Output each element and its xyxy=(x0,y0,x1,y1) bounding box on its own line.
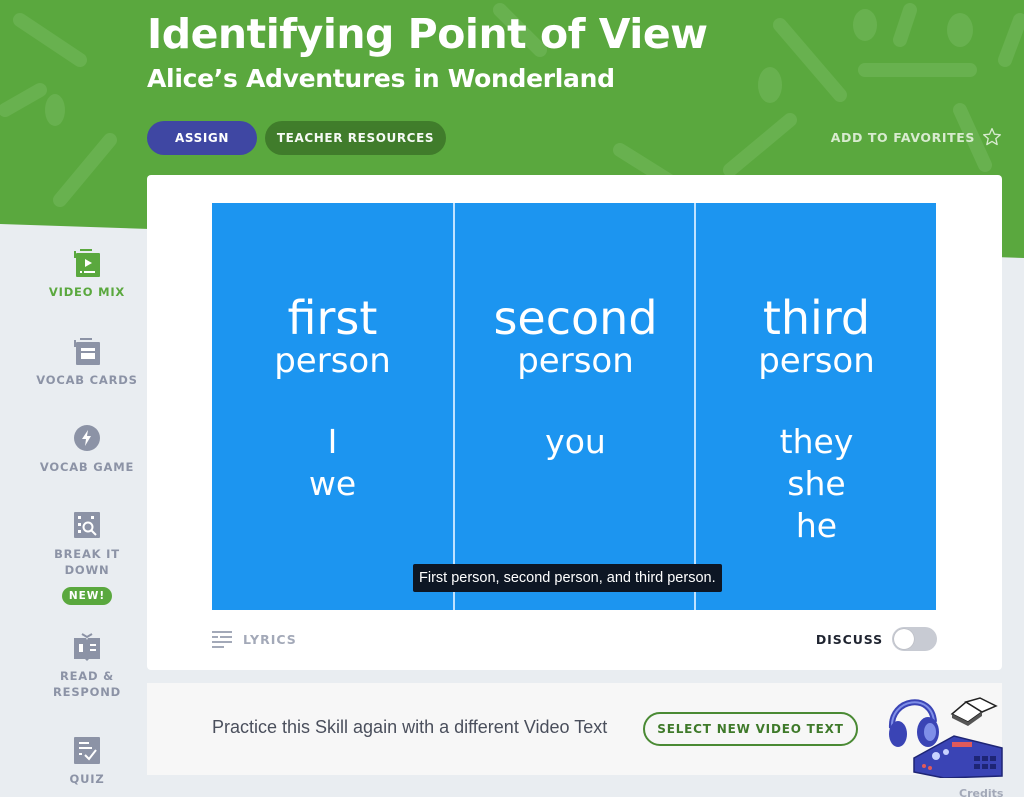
video-column-second-person: second person you xyxy=(455,203,696,610)
sidebar-item-label: QUIZ xyxy=(69,772,105,786)
video-column-head: second xyxy=(493,291,658,345)
lyrics-label: LYRICS xyxy=(243,631,297,647)
page-subtitle: Alice’s Adventures in Wonderland xyxy=(147,64,615,93)
add-to-favorites-label: ADD TO FAVORITES xyxy=(830,129,975,145)
video-mix-icon xyxy=(74,249,100,277)
open-book-icon xyxy=(74,633,100,661)
page-title: Identifying Point of View xyxy=(147,10,708,58)
practice-banner: Practice this Skill again with a differe… xyxy=(147,683,1002,775)
star-outline-icon xyxy=(983,127,1001,146)
video-column-first-person: first person I we xyxy=(212,203,453,610)
select-new-video-text-button[interactable]: SELECT NEW VIDEO TEXT xyxy=(643,712,858,746)
video-column-words: you xyxy=(545,421,606,463)
video-column-sub: person xyxy=(758,341,875,381)
break-it-down-icon xyxy=(74,512,100,538)
pronoun: they xyxy=(779,422,854,461)
sidebar-item-label-line2: RESPOND xyxy=(53,685,121,699)
music-book-illustration xyxy=(889,697,1003,778)
pronoun: she xyxy=(787,464,846,503)
credits-link[interactable]: Credits xyxy=(959,787,1003,797)
assign-button[interactable]: ASSIGN xyxy=(147,121,257,155)
pronoun: he xyxy=(795,506,838,545)
sidebar-item-label: VIDEO MIX xyxy=(48,285,126,299)
teacher-resources-button[interactable]: TEACHER RESOURCES xyxy=(265,121,446,155)
pronoun: I xyxy=(327,422,338,461)
lyrics-button[interactable]: LYRICS xyxy=(212,630,297,648)
discuss-control: DISCUSS xyxy=(816,627,937,651)
sidebar-item-label-line1: BREAK IT xyxy=(54,547,120,561)
open-book-illustration xyxy=(950,697,998,726)
video-column-head: third xyxy=(762,291,871,345)
video-column-sub: person xyxy=(517,341,634,381)
video-column-words: I we xyxy=(309,421,356,505)
lyrics-lines-icon xyxy=(212,631,232,648)
video-card: first person I we second person you thir… xyxy=(147,175,1002,670)
new-badge: NEW! xyxy=(61,587,113,605)
video-player[interactable]: first person I we second person you thir… xyxy=(212,203,936,610)
video-column-third-person: third person they she he xyxy=(696,203,936,610)
discuss-toggle[interactable] xyxy=(892,627,937,651)
discuss-label: DISCUSS xyxy=(815,631,883,647)
practice-text: Practice this Skill again with a differe… xyxy=(212,717,608,737)
sidebar-item-label: VOCAB GAME xyxy=(39,460,135,474)
sidebar-item-label-line1: READ & xyxy=(60,669,114,683)
pronoun: we xyxy=(308,464,357,503)
lightning-bolt-icon xyxy=(74,425,100,451)
video-column-sub: person xyxy=(274,341,391,381)
video-column-words: they she he xyxy=(780,421,854,547)
video-column-head: first xyxy=(287,291,378,345)
quiz-checklist-icon xyxy=(74,737,100,764)
sidebar-item-label: VOCAB CARDS xyxy=(36,373,138,387)
sidebar-item-label-line2: DOWN xyxy=(64,563,110,577)
add-to-favorites-button[interactable]: ADD TO FAVORITES xyxy=(831,127,1002,147)
vocab-cards-icon xyxy=(74,338,100,365)
pronoun: you xyxy=(545,422,606,461)
video-caption: First person, second person, and third p… xyxy=(413,564,722,592)
toggle-knob xyxy=(894,629,914,649)
headphones-icon xyxy=(889,699,939,747)
